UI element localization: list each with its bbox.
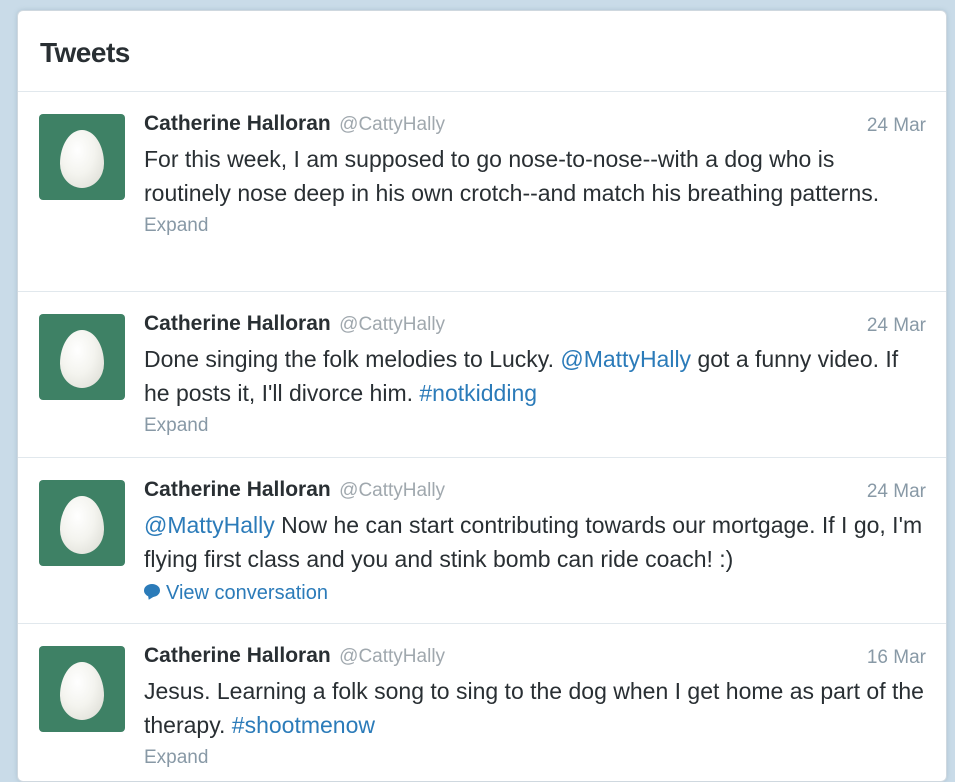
tweet-timestamp[interactable]: 24 Mar (867, 115, 926, 137)
page-title: Tweets (40, 37, 130, 68)
tweet-fullname[interactable]: Catherine Halloran (144, 478, 331, 501)
hashtag-link[interactable]: #notkidding (419, 380, 537, 406)
avatar[interactable] (39, 646, 125, 732)
tweet-header: Catherine Halloran @CattyHally 24 Mar (144, 312, 926, 336)
tweets-panel: Tweets Catherine Halloran @CattyHally 24… (17, 10, 947, 782)
tweet-timestamp[interactable]: 16 Mar (867, 647, 926, 669)
expand-link[interactable]: Expand (144, 747, 926, 769)
tweet-username[interactable]: @CattyHally (339, 114, 445, 135)
tweet-fullname[interactable]: Catherine Halloran (144, 644, 331, 667)
avatar[interactable] (39, 480, 125, 566)
expand-link[interactable]: Expand (144, 215, 926, 237)
tweet-fullname[interactable]: Catherine Halloran (144, 312, 331, 335)
tweet-username[interactable]: @CattyHally (339, 480, 445, 501)
egg-avatar-icon (60, 130, 104, 188)
tweet-text: @MattyHally Now he can start contributin… (144, 508, 926, 576)
tweet-timestamp[interactable]: 24 Mar (867, 315, 926, 337)
egg-avatar-icon (60, 662, 104, 720)
speech-bubble-icon (144, 584, 160, 600)
mention-link[interactable]: @MattyHally (560, 346, 691, 372)
expand-link[interactable]: Expand (144, 415, 926, 437)
tweet-text: Done singing the folk melodies to Lucky.… (144, 342, 926, 410)
tweet-text-segment: For this week, I am supposed to go nose-… (144, 146, 880, 206)
avatar[interactable] (39, 114, 125, 200)
tweet-header: Catherine Halloran @CattyHally 24 Mar (144, 112, 926, 136)
tweet-item[interactable]: Catherine Halloran @CattyHally 16 Mar Je… (18, 624, 946, 781)
tweet-item[interactable]: Catherine Halloran @CattyHally 24 Mar Fo… (18, 92, 946, 292)
tweet-fullname[interactable]: Catherine Halloran (144, 112, 331, 135)
panel-header: Tweets (18, 11, 946, 92)
view-conversation-label: View conversation (166, 582, 328, 604)
tweet-item[interactable]: Catherine Halloran @CattyHally 24 Mar @M… (18, 458, 946, 624)
tweet-username[interactable]: @CattyHally (339, 314, 445, 335)
tweet-text: For this week, I am supposed to go nose-… (144, 142, 926, 210)
tweet-header: Catherine Halloran @CattyHally 24 Mar (144, 478, 926, 502)
tweet-timestamp[interactable]: 24 Mar (867, 481, 926, 503)
tweet-username[interactable]: @CattyHally (339, 646, 445, 667)
avatar[interactable] (39, 314, 125, 400)
tweet-header: Catherine Halloran @CattyHally 16 Mar (144, 644, 926, 668)
tweet-text: Jesus. Learning a folk song to sing to t… (144, 674, 926, 742)
egg-avatar-icon (60, 330, 104, 388)
egg-avatar-icon (60, 496, 104, 554)
view-conversation-link[interactable]: View conversation (144, 582, 926, 605)
hashtag-link[interactable]: #shootmenow (232, 712, 375, 738)
tweet-text-segment: Done singing the folk melodies to Lucky. (144, 346, 561, 372)
mention-link[interactable]: @MattyHally (144, 512, 275, 538)
tweet-item[interactable]: Catherine Halloran @CattyHally 24 Mar Do… (18, 292, 946, 458)
